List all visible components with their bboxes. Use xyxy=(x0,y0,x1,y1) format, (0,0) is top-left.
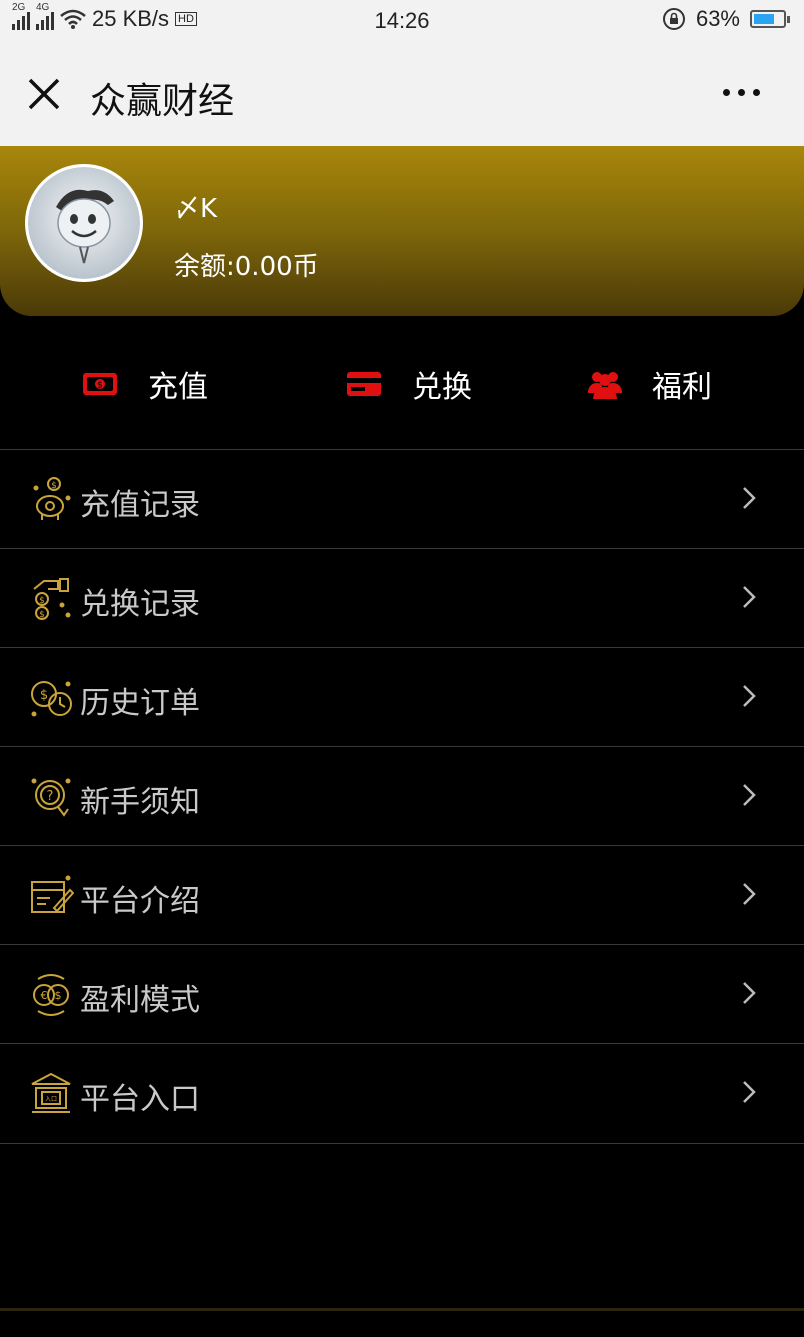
bank-building-icon: 入口 xyxy=(31,1072,71,1113)
card-icon xyxy=(347,372,381,396)
svg-text:$: $ xyxy=(39,596,45,606)
svg-text:$: $ xyxy=(39,610,45,620)
menu-item-platform-entry[interactable]: 入口 平台入口 xyxy=(0,1043,804,1144)
question-badge-icon: ? xyxy=(31,778,71,817)
welfare-button[interactable]: 福利 xyxy=(588,362,712,406)
status-bar: 2G 4G 25 KB/s HD 14:26 63% xyxy=(0,0,804,42)
chevron-right-icon xyxy=(743,487,756,509)
currency-exchange-icon: € $ xyxy=(33,974,69,1016)
coin-clock-icon: $ xyxy=(31,681,72,717)
quick-actions: $ 充值 兑换 福利 xyxy=(0,316,804,450)
menu-item-recharge-records[interactable]: $ 充值记录 xyxy=(0,449,804,548)
more-options-icon[interactable] xyxy=(723,89,760,96)
title-bar: 众赢财经 xyxy=(0,42,804,146)
battery-percent: 63% xyxy=(695,6,740,31)
money-icon: $ xyxy=(83,373,117,395)
menu-item-label: 新手须知 xyxy=(80,785,200,820)
svg-text:$: $ xyxy=(97,381,103,391)
bottom-nav-bar xyxy=(0,1311,804,1337)
chevron-right-icon xyxy=(743,586,756,608)
close-icon[interactable] xyxy=(26,76,62,112)
svg-text:€: € xyxy=(41,989,48,1002)
hand-coins-icon: $ $ xyxy=(33,578,71,620)
balance-text: 余额:0.00币 xyxy=(174,252,319,282)
rotation-lock-icon xyxy=(662,8,685,30)
chevron-right-icon xyxy=(743,685,756,707)
profile-banner: 〆K 余额:0.00币 xyxy=(0,146,804,316)
battery-icon xyxy=(750,10,790,28)
menu-item-label: 兑换记录 xyxy=(80,587,200,622)
chevron-right-icon xyxy=(743,982,756,1004)
menu-item-label: 平台介绍 xyxy=(80,884,200,919)
svg-text:$: $ xyxy=(55,989,62,1002)
svg-text:?: ? xyxy=(47,789,54,804)
svg-text:入口: 入口 xyxy=(45,1096,57,1103)
menu-item-label: 历史订单 xyxy=(80,686,200,721)
menu-item-beginner-guide[interactable]: ? 新手须知 xyxy=(0,746,804,845)
piggy-bank-icon: $ xyxy=(33,477,71,520)
menu-item-profit-model[interactable]: € $ 盈利模式 xyxy=(0,944,804,1043)
menu-item-label: 平台入口 xyxy=(80,1082,200,1117)
exchange-label: 兑换 xyxy=(412,370,472,405)
page-title: 众赢财经 xyxy=(90,81,235,122)
exchange-button[interactable]: 兑换 xyxy=(346,362,472,406)
menu-item-label: 充值记录 xyxy=(80,488,200,523)
document-pen-icon xyxy=(31,875,74,913)
welfare-label: 福利 xyxy=(652,370,712,405)
svg-text:$: $ xyxy=(40,688,48,703)
users-icon xyxy=(588,372,622,399)
recharge-button[interactable]: $ 充值 xyxy=(82,362,208,406)
menu-item-platform-intro[interactable]: 平台介绍 xyxy=(0,845,804,944)
chevron-right-icon xyxy=(743,883,756,905)
menu-item-order-history[interactable]: $ 历史订单 xyxy=(0,647,804,746)
recharge-label: 充值 xyxy=(148,370,208,405)
menu-list: $ 充值记录 $ $ 兑换记录 $ 历史订单 ? 新手须知 平台介绍 € $ 盈… xyxy=(0,449,804,1144)
menu-item-exchange-records[interactable]: $ $ 兑换记录 xyxy=(0,548,804,647)
username: 〆K xyxy=(174,194,218,224)
chevron-right-icon xyxy=(743,1081,756,1103)
svg-text:$: $ xyxy=(51,481,57,491)
chevron-right-icon xyxy=(743,784,756,806)
avatar[interactable] xyxy=(25,164,143,282)
menu-item-label: 盈利模式 xyxy=(80,983,200,1018)
avatar-image xyxy=(28,167,140,279)
